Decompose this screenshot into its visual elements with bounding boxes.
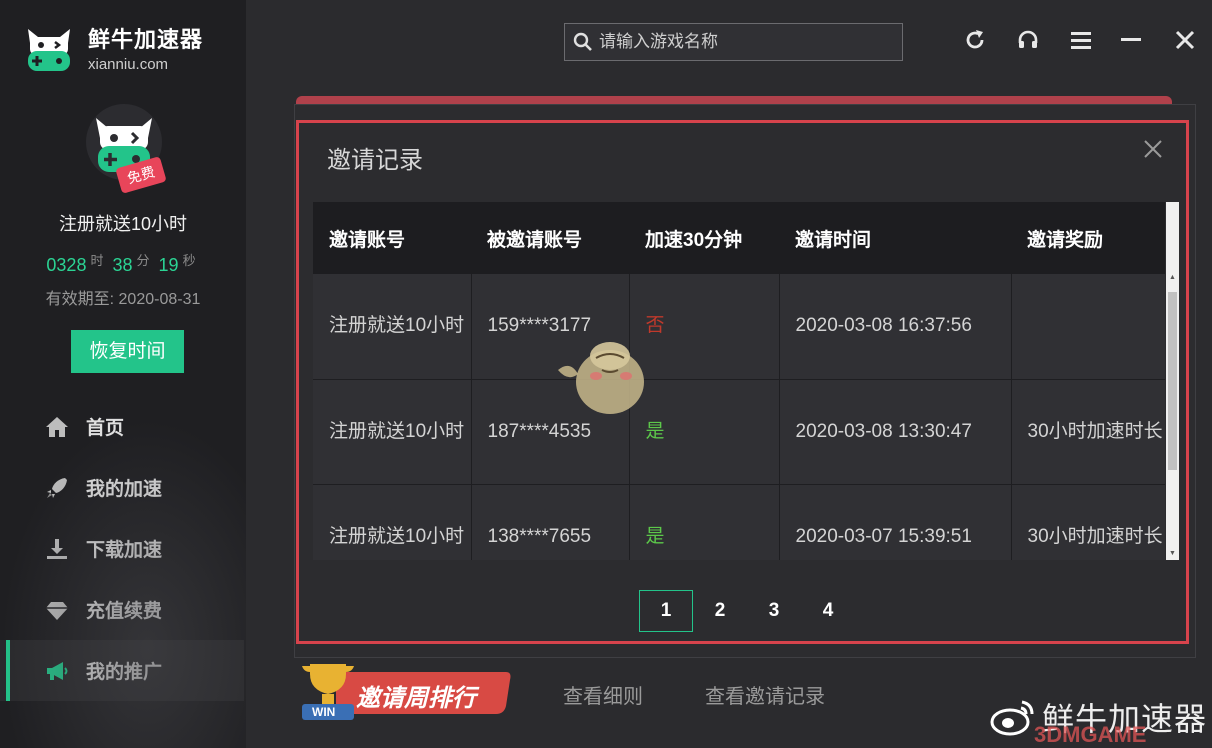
seconds-unit: 秒	[182, 253, 196, 268]
minutes-value: 38	[112, 255, 133, 275]
table-row: 注册就送10小时 138****7655 是 2020-03-07 15:39:…	[313, 484, 1165, 560]
search-input[interactable]	[599, 32, 889, 52]
home-icon	[44, 414, 70, 440]
table-row: 注册就送10小时 187****4535 是 2020-03-08 13:30:…	[313, 379, 1165, 485]
sidebar-item-label: 充值续费	[86, 601, 163, 622]
scroll-down-icon[interactable]: ▼	[1169, 550, 1176, 557]
close-icon	[1144, 140, 1162, 158]
minutes-unit: 分	[136, 253, 150, 268]
dialog-title: 邀请记录	[327, 147, 423, 174]
hours-value: 0328	[46, 255, 87, 275]
cell-invite-time: 2020-03-08 13:30:47	[779, 379, 1012, 485]
view-rules-link[interactable]: 查看细则	[563, 680, 643, 709]
close-icon	[1175, 30, 1195, 50]
invite-records-table: 邀请账号 被邀请账号 加速30分钟 邀请时间 邀请奖励 注册就送10小时 159…	[313, 202, 1165, 560]
column-header-invitee: 被邀请账号	[471, 202, 629, 274]
column-header-reward: 邀请奖励	[1011, 202, 1165, 274]
diamond-icon	[44, 597, 70, 623]
menu-button[interactable]	[1067, 26, 1095, 54]
cell-invite-time: 2020-03-08 16:37:56	[779, 274, 1012, 380]
cell-invite-time: 2020-03-07 15:39:51	[779, 484, 1012, 560]
weekly-invite-ranking-badge[interactable]: 邀请周排行 WIN	[296, 658, 512, 726]
seconds-value: 19	[158, 255, 179, 275]
cell-inviter: 注册就送10小时	[313, 379, 472, 485]
ranking-badge-label: 邀请周排行	[356, 685, 476, 712]
cell-reward	[1011, 274, 1165, 380]
headset-icon	[1018, 30, 1038, 48]
game-search-box[interactable]	[564, 23, 903, 61]
cell-invitee: 138****7655	[471, 484, 630, 560]
view-invite-records-link[interactable]: 查看邀请记录	[705, 680, 825, 709]
app-domain: xianniu.com	[88, 56, 169, 73]
cell-inviter: 注册就送10小时	[313, 274, 472, 380]
sidebar-item-label: 我的推广	[86, 662, 163, 683]
cell-speedup: 是	[629, 484, 780, 560]
pagination: 1 2 3 4	[639, 590, 855, 632]
time-remaining: 0328 时 38 分 19 秒	[0, 250, 246, 276]
column-header-inviter: 邀请账号	[313, 202, 471, 274]
site-watermark: 3DMGAME	[1034, 722, 1147, 747]
sidebar-item-recharge[interactable]: 充值续费	[0, 579, 246, 640]
scrollbar-thumb[interactable]	[1168, 292, 1177, 470]
column-header-invite-time: 邀请时间	[779, 202, 1011, 274]
sidebar-nav: 首页 我的加速 下载加速 充值续费 我的推广	[0, 396, 246, 701]
sidebar-item-label: 首页	[86, 418, 125, 439]
app-logo: 鲜牛加速器 xianniu.com	[24, 22, 203, 73]
page-button-1[interactable]: 1	[639, 590, 693, 632]
support-button[interactable]	[1014, 26, 1042, 54]
invite-records-dialog: 邀请记录 邀请账号 被邀请账号 加速30分钟 邀请时间 邀请奖励 注册就送10小…	[296, 120, 1189, 644]
weibo-icon	[990, 700, 1034, 736]
hamburger-menu-icon	[1071, 32, 1091, 49]
scroll-up-icon[interactable]: ▲	[1169, 274, 1176, 281]
page-button-3[interactable]: 3	[747, 590, 801, 632]
dialog-close-button[interactable]	[1139, 135, 1167, 163]
table-row: 注册就送10小时 159****3177 否 2020-03-08 16:37:…	[313, 274, 1165, 380]
sidebar-item-label: 我的加速	[86, 479, 163, 500]
page-button-4[interactable]: 4	[801, 590, 855, 632]
restore-time-button[interactable]: 恢复时间	[71, 330, 184, 373]
hours-unit: 时	[90, 253, 104, 268]
refresh-button[interactable]	[961, 26, 989, 54]
rocket-icon	[44, 475, 70, 501]
megaphone-icon	[44, 658, 70, 684]
cell-reward: 30小时加速时长	[1011, 484, 1165, 560]
sidebar-item-my-acceleration[interactable]: 我的加速	[0, 457, 246, 518]
table-scrollbar[interactable]: ▲ ▼	[1166, 202, 1179, 560]
sidebar-item-my-promotion[interactable]: 我的推广	[0, 640, 244, 701]
table-header-row: 邀请账号 被邀请账号 加速30分钟 邀请时间 邀请奖励	[313, 202, 1165, 274]
minimize-button[interactable]	[1117, 26, 1145, 54]
app-title: 鲜牛加速器	[88, 27, 204, 52]
cow-logo-icon	[28, 28, 70, 71]
minimize-icon	[1121, 38, 1141, 41]
mascot-watermark-icon	[558, 342, 644, 414]
refresh-icon	[966, 30, 984, 49]
column-header-speedup: 加速30分钟	[629, 202, 779, 274]
close-window-button[interactable]	[1171, 26, 1199, 54]
cell-inviter: 注册就送10小时	[313, 484, 472, 560]
expiry-date: 有效期至: 2020-08-31	[45, 291, 201, 308]
sidebar: 鲜牛加速器 xianniu.com 免费 注册就送10小时 0328 时 38 分 …	[0, 0, 246, 748]
page-button-2[interactable]: 2	[693, 590, 747, 632]
ranking-badge-win: WIN	[312, 705, 336, 719]
sidebar-item-download-acceleration[interactable]: 下载加速	[0, 518, 246, 579]
plan-name: 注册就送10小时	[58, 214, 188, 234]
download-icon	[44, 536, 70, 562]
sidebar-item-home[interactable]: 首页	[0, 396, 246, 457]
cell-reward: 30小时加速时长	[1011, 379, 1165, 485]
search-icon	[573, 32, 592, 51]
sidebar-item-label: 下载加速	[86, 540, 163, 561]
